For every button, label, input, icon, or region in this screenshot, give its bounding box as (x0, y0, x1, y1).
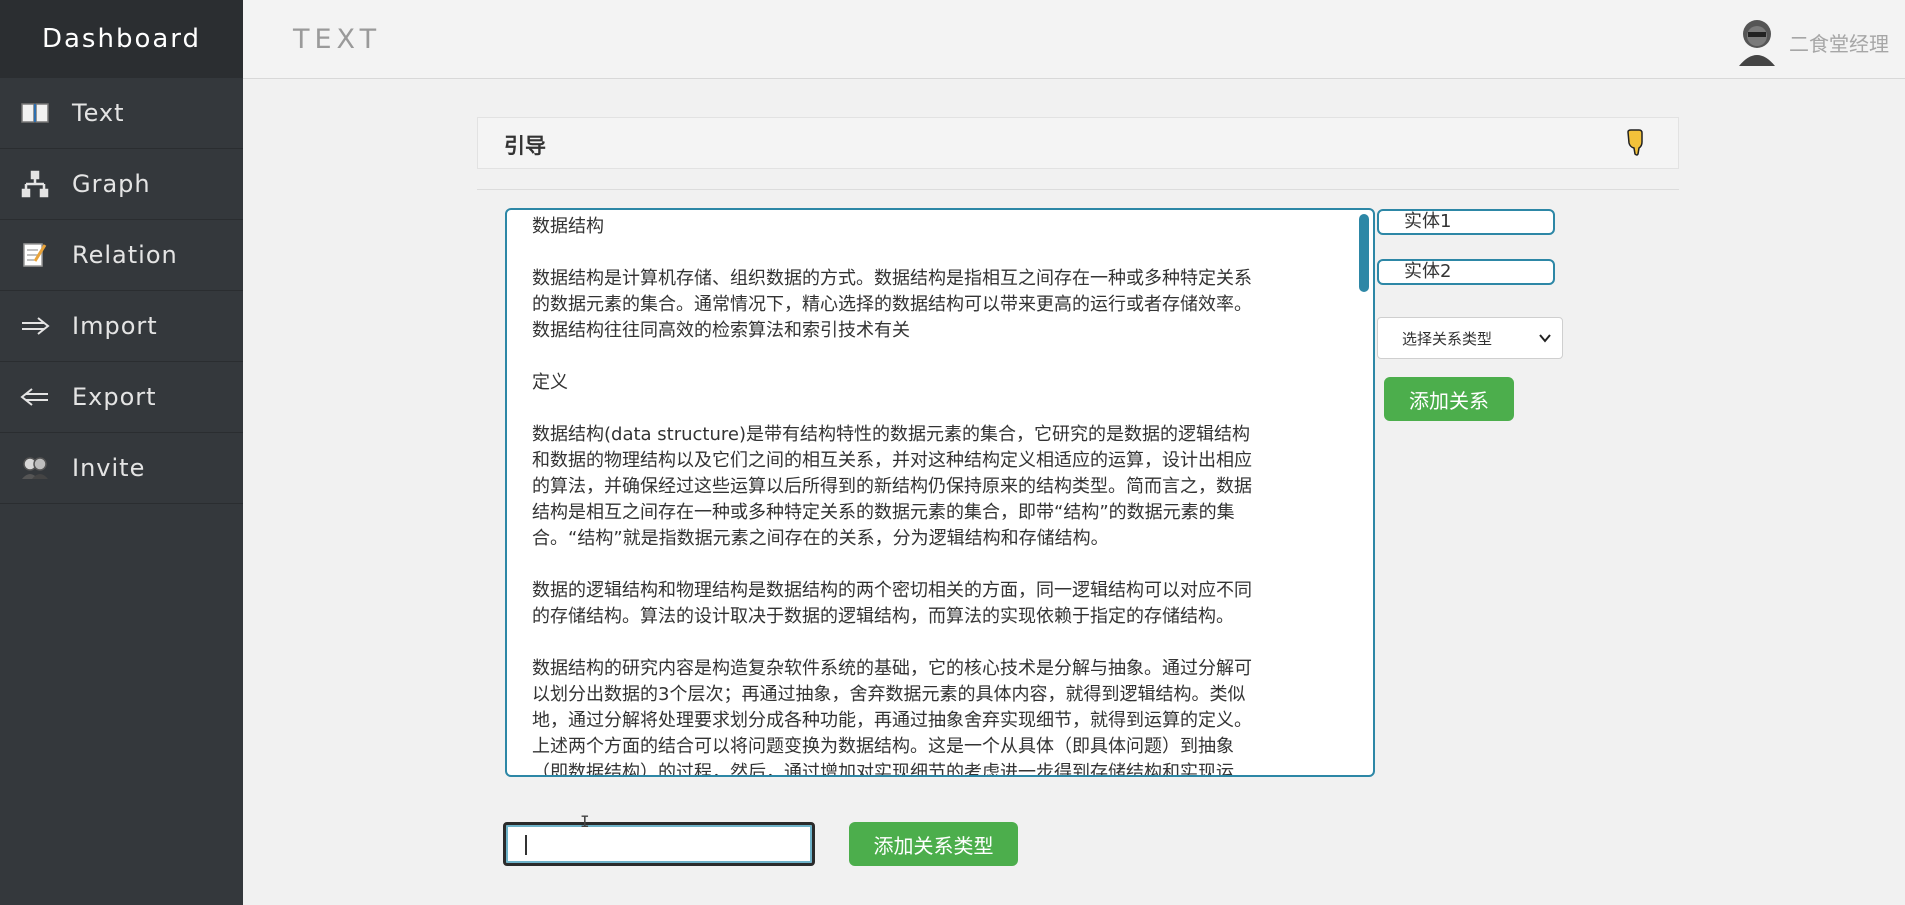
pointing-hand-icon[interactable] (1624, 128, 1648, 160)
entity1-field[interactable]: 实体1 (1377, 209, 1555, 235)
brand-title[interactable]: Dashboard (0, 0, 243, 78)
sidebar-item-text[interactable]: Text (0, 78, 243, 149)
book-icon (18, 96, 52, 130)
sidebar-item-invite[interactable]: Invite (0, 433, 243, 504)
divider (477, 189, 1679, 190)
sidebar-item-label: Invite (72, 454, 146, 482)
ibeam-cursor-icon: I (580, 812, 590, 831)
add-relation-type-button[interactable]: 添加关系类型 (849, 822, 1018, 866)
sidebar-item-export[interactable]: Export (0, 362, 243, 433)
text-caret (525, 835, 527, 855)
sidebar-item-graph[interactable]: Graph (0, 149, 243, 220)
arrow-right-icon (18, 309, 52, 343)
header: TEXT 二食堂经理 (243, 0, 1905, 79)
entity2-field[interactable]: 实体2 (1377, 259, 1555, 285)
sidebar-item-label: Graph (72, 170, 151, 198)
arrow-left-icon (18, 380, 52, 414)
sidebar-nav: Text Graph Relation Import Export Invite (0, 78, 243, 504)
text-editor[interactable]: 数据结构 数据结构是计算机存储、组织数据的方式。数据结构是指相互之间存在一种或多… (505, 208, 1375, 777)
sidebar: Dashboard Text Graph Relation Import Exp… (0, 0, 243, 905)
add-relation-button[interactable]: 添加关系 (1384, 377, 1514, 421)
relation-type-input[interactable] (503, 822, 815, 866)
users-icon (18, 451, 52, 485)
editor-text[interactable]: 数据结构 数据结构是计算机存储、组织数据的方式。数据结构是指相互之间存在一种或多… (532, 214, 1337, 775)
scrollbar-thumb[interactable] (1359, 214, 1369, 292)
sidebar-item-relation[interactable]: Relation (0, 220, 243, 291)
guide-title: 引导 (504, 134, 546, 158)
sidebar-item-label: Relation (72, 241, 178, 269)
sidebar-item-label: Export (72, 383, 157, 411)
sidebar-item-import[interactable]: Import (0, 291, 243, 362)
avatar (1733, 14, 1781, 70)
sidebar-item-label: Text (72, 99, 125, 127)
user-name: 二食堂经理 (1789, 31, 1889, 56)
sidebar-item-label: Import (72, 312, 158, 340)
hierarchy-icon (18, 167, 52, 201)
relation-type-select[interactable]: 选择关系类型 (1377, 317, 1563, 359)
guide-panel[interactable]: 引导 (477, 117, 1679, 169)
relation-select-value: 选择关系类型 (1402, 329, 1493, 348)
memo-icon (18, 238, 52, 272)
user-menu[interactable]: 二食堂经理 (1733, 14, 1889, 70)
chevron-down-icon (1538, 331, 1552, 349)
page-title: TEXT (293, 24, 382, 55)
